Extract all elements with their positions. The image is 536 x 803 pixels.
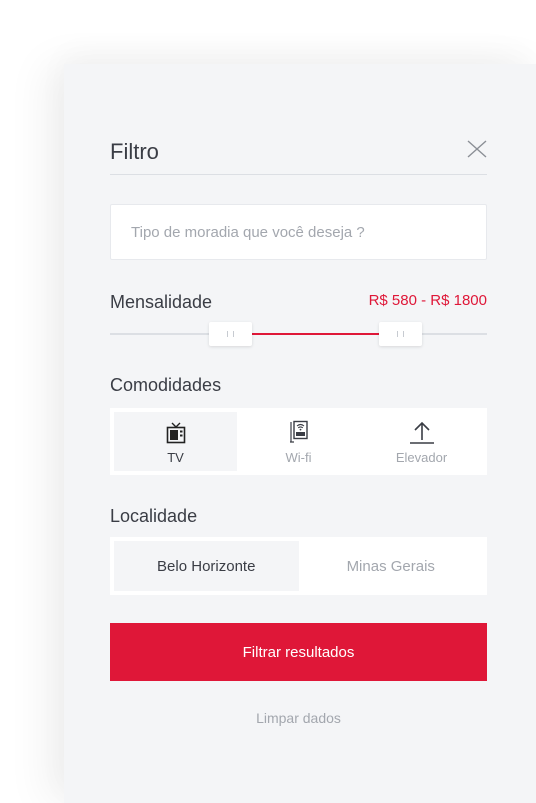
amenity-label: Wi-fi (285, 450, 312, 465)
location-label: Localidade (110, 506, 198, 526)
price-slider-min-handle[interactable] (209, 322, 252, 346)
location-option-label: Minas Gerais (346, 557, 435, 575)
tv-icon (166, 418, 186, 444)
amenity-label: Elevador (395, 450, 448, 465)
location-option-minas-gerais[interactable]: Minas Gerais (299, 541, 484, 591)
price-range-value: R$ 580 - R$ 1800 (368, 292, 487, 309)
upload-arrow-icon (409, 418, 435, 444)
clear-data-link[interactable]: Limpar dados (110, 710, 487, 726)
location-selector: Belo Horizonte Minas Gerais (110, 537, 487, 595)
amenities-label: Comodidades (110, 375, 222, 395)
amenity-option-elevator[interactable]: Elevador (360, 412, 483, 471)
search-input[interactable] (110, 204, 487, 260)
filter-results-button[interactable]: Filtrar resultados (110, 623, 487, 681)
location-option-label: Belo Horizonte (157, 557, 256, 575)
amenity-label: TV (167, 450, 184, 465)
wifi-router-icon (289, 418, 309, 444)
location-option-belo-horizonte[interactable]: Belo Horizonte (114, 541, 299, 591)
amenity-option-wifi[interactable]: Wi-fi (237, 412, 360, 471)
close-icon[interactable] (465, 139, 489, 159)
panel-title: Filtro (110, 139, 159, 164)
amenities-selector: TV Wi-fi Elevador (110, 408, 487, 475)
amenity-option-tv[interactable]: TV (114, 412, 237, 471)
price-slider-range (231, 333, 401, 335)
price-label: Mensalidade (110, 292, 213, 312)
price-slider-max-handle[interactable] (379, 322, 422, 346)
title-divider (110, 174, 487, 175)
